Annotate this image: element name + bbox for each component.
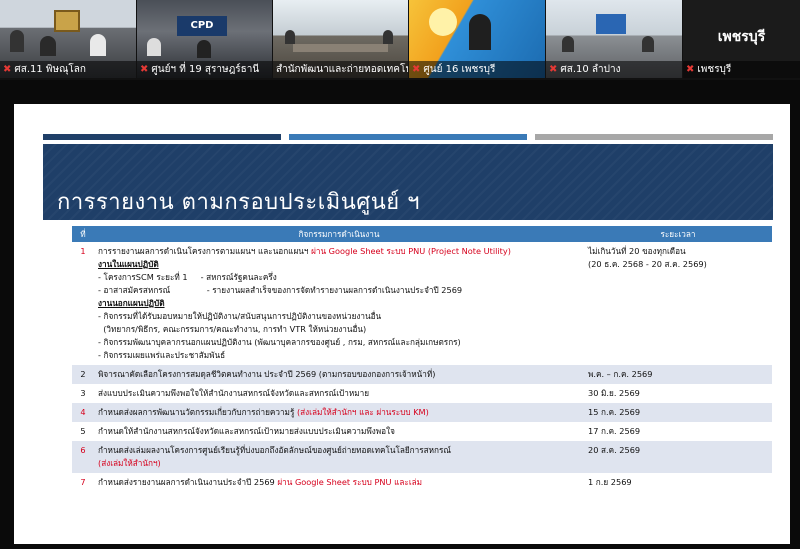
row-period: ไม่เกินวันที่ 20 ของทุกเดือน (20 ธ.ค. 25… <box>584 242 772 365</box>
row-activity: พิจารณาคัดเลือกโครงการสมดุลชีวิตคนทำงาน … <box>94 365 584 384</box>
row-period: พ.ค. – ก.ค. 2569 <box>584 365 772 384</box>
row-number: 7 <box>72 473 94 492</box>
table-row: 2 พิจารณาคัดเลือกโครงการสมดุลชีวิตคนทำงา… <box>72 365 772 384</box>
row-activity: กำหนดส่งรายงานผลการดำเนินงานประจำปี 2569… <box>94 473 584 492</box>
participant-tile[interactable]: ✖ ศส.10 ลำปาง <box>546 0 682 78</box>
row-period: 15 ก.ค. 2569 <box>584 403 772 422</box>
table-row: 6 กำหนดส่งเล่มผลงานโครงการศูนย์เรียนรู้ท… <box>72 441 772 473</box>
mic-muted-icon: ✖ <box>412 64 421 75</box>
row-period: 30 มิ.ย. 2569 <box>584 384 772 403</box>
mic-muted-icon: ✖ <box>3 64 12 75</box>
row-period: 1 ก.ย 2569 <box>584 473 772 492</box>
accent-bar-2 <box>289 134 527 140</box>
participant-tile[interactable]: ✖ ศส.11 พิษณุโลก <box>0 0 136 78</box>
stage-bottom <box>0 544 800 549</box>
row-activity: กำหนดส่งผลการพัฒนานวัตกรรมเกี่ยวกับการถ่… <box>94 403 584 422</box>
table-row: 5 กำหนดให้สำนักงานสหกรณ์จังหวัดและสหกรณ์… <box>72 422 772 441</box>
row-number: 5 <box>72 422 94 441</box>
mic-muted-icon: ✖ <box>686 64 695 75</box>
row-number: 6 <box>72 441 94 473</box>
accent-bar-1 <box>43 134 281 140</box>
slide-banner: การรายงาน ตามกรอบประเมินศูนย์ ฯ <box>43 144 773 220</box>
table-row: 4 กำหนดส่งผลการพัฒนานวัตกรรมเกี่ยวกับการ… <box>72 403 772 422</box>
participant-name-large: เพชรบุรี <box>717 29 766 45</box>
participant-strip: ✖ ศส.11 พิษณุโลก CPD ✖ ศูนย์ฯ ที่ 19 สุราษ… <box>0 0 800 80</box>
mic-muted-icon: ✖ <box>140 64 149 75</box>
row-activity: กำหนดให้สำนักงานสหกรณ์จังหวัดและสหกรณ์เป… <box>94 422 584 441</box>
shared-slide: การรายงาน ตามกรอบประเมินศูนย์ ฯ ที่ กิจก… <box>14 104 790 544</box>
table-row: 1 การรายงานผลการดำเนินโครงการตามแผนฯ และ… <box>72 242 772 365</box>
row-number: 1 <box>72 242 94 365</box>
participant-tile[interactable]: ✖ ศูนย์ 16 เพชรบุรี <box>409 0 545 78</box>
stage-gap <box>0 80 800 104</box>
row-number: 4 <box>72 403 94 422</box>
row-activity: กำหนดส่งเล่มผลงานโครงการศูนย์เรียนรู้ที่… <box>94 441 584 473</box>
row-number: 2 <box>72 365 94 384</box>
participant-tile[interactable]: เพชรบุรี ✖ เพชรบุรี <box>683 0 800 78</box>
col-header-no: ที่ <box>72 226 94 242</box>
row-period: 20 ส.ค. 2569 <box>584 441 772 473</box>
mic-muted-icon: ✖ <box>549 64 558 75</box>
row-activity: การรายงานผลการดำเนินโครงการตามแผนฯ และนอ… <box>94 242 584 365</box>
row-activity: ส่งแบบประเมินความพึงพอใจให้สำนักงานสหกรณ… <box>94 384 584 403</box>
row-number: 3 <box>72 384 94 403</box>
participant-tile[interactable]: CPD ✖ ศูนย์ฯ ที่ 19 สุราษฎร์ธานี <box>137 0 272 78</box>
table-row: 3 ส่งแบบประเมินความพึงพอใจให้สำนักงานสหก… <box>72 384 772 403</box>
participant-tile-active[interactable]: สำนักพัฒนาและถ่ายทอดเทคโน <box>273 0 408 78</box>
col-header-activity: กิจกรรมการดำเนินงาน <box>94 226 584 242</box>
table-row: 7 กำหนดส่งรายงานผลการดำเนินงานประจำปี 25… <box>72 473 772 492</box>
accent-bar-3 <box>535 134 773 140</box>
row-period: 17 ก.ค. 2569 <box>584 422 772 441</box>
schedule-table: ที่ กิจกรรมการดำเนินงาน ระยะเวลา 1 การรา… <box>72 226 772 492</box>
col-header-period: ระยะเวลา <box>584 226 772 242</box>
slide-title: การรายงาน ตามกรอบประเมินศูนย์ ฯ <box>57 190 421 215</box>
